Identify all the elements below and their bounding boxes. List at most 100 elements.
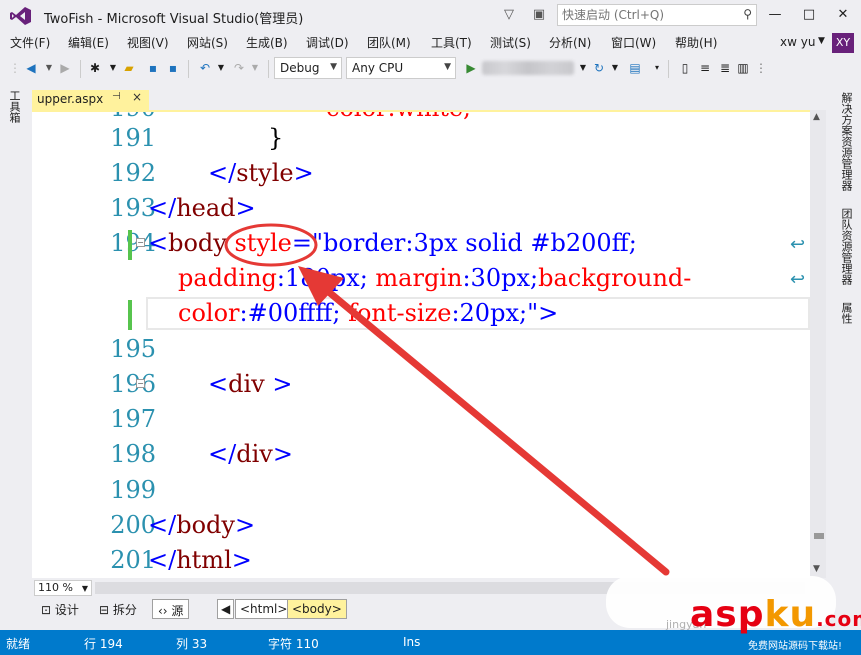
restore-button[interactable]: □ [796, 5, 822, 25]
line-number: 192 [110, 159, 156, 187]
menu-file[interactable]: 文件(F) [10, 34, 50, 51]
code-icon: ‹› [158, 604, 172, 618]
user-name[interactable]: xw yu [780, 35, 815, 49]
code-line-191: } [268, 124, 284, 152]
forward-icon[interactable]: ▶ [56, 59, 74, 77]
platform-dropdown[interactable]: Any CPU ▼ [346, 57, 456, 79]
code-line-193: </head> [148, 194, 256, 222]
split-view-button[interactable]: ⊟ 拆分 [94, 599, 142, 619]
save-all-icon[interactable]: ▪ [164, 59, 182, 77]
code-line-194-wrap-2: color:#00ffff; font-size:20px;"> [178, 299, 558, 327]
configuration-value: Debug [280, 61, 320, 75]
open-folder-icon[interactable]: ▰ [120, 59, 138, 77]
team-explorer-tab[interactable]: 团队资源管理器 [838, 208, 854, 285]
source-view-button[interactable]: ‹› 源 [152, 599, 190, 619]
breadcrumb-body[interactable]: <body> [287, 599, 347, 619]
run-target-blurred[interactable] [482, 61, 574, 75]
title-bar: TwoFish - Microsoft Visual Studio(管理员) ▽… [0, 0, 861, 32]
code-attribute-value: "border:3px solid #b200ff; [312, 229, 637, 257]
standard-toolbar: ⋮ ◀ ▼ ▶ ✱ ▼ ▰ ▪ ▪ ↶ ▼ ↷ ▼ Debug ▼ Any CP… [0, 54, 861, 82]
menu-website[interactable]: 网站(S) [187, 34, 228, 51]
menu-view[interactable]: 视图(V) [127, 34, 169, 51]
code-css-value: :30px; [462, 264, 539, 292]
collapse-icon[interactable]: − [136, 238, 145, 247]
menu-bar: 文件(F) 编辑(E) 视图(V) 网站(S) 生成(B) 调试(D) 团队(M… [0, 32, 861, 52]
code-bracket: </ [208, 159, 237, 187]
feedback-icon[interactable]: ▣ [530, 6, 548, 24]
browser-link-icon[interactable]: ▤ [626, 59, 644, 77]
minimize-button[interactable]: — [762, 5, 788, 25]
code-bracket: < [208, 370, 229, 398]
outdent-icon[interactable]: ≣ [716, 59, 734, 77]
menu-tools[interactable]: 工具(T) [431, 34, 472, 51]
code-line-194: <body style="border:3px solid #b200ff; [148, 229, 637, 257]
configuration-dropdown[interactable]: Debug ▼ [274, 57, 342, 79]
scroll-down-icon[interactable]: ▼ [813, 564, 820, 574]
menu-help[interactable]: 帮助(H) [675, 34, 717, 51]
menu-build[interactable]: 生成(B) [246, 34, 288, 51]
platform-value: Any CPU [352, 61, 404, 75]
line-number: 197 [110, 405, 156, 433]
new-project-icon[interactable]: ✱ [86, 59, 104, 77]
code-tag: div [228, 370, 265, 398]
chevron-down-icon[interactable]: ▼ [212, 59, 230, 77]
code-bracket: > [264, 370, 293, 398]
split-icon: ⊟ [99, 603, 113, 617]
code-bracket: > [293, 159, 314, 187]
word-wrap-icon: ↩ [790, 269, 806, 290]
code-css-property: color [178, 299, 240, 327]
quick-launch-input[interactable] [558, 5, 728, 25]
code-css-property: font-size [348, 299, 452, 327]
collapse-icon[interactable]: − [136, 379, 145, 388]
change-indicator [128, 230, 132, 260]
menu-test[interactable]: 测试(S) [490, 34, 531, 51]
zoom-value: 110 % [38, 581, 73, 594]
chevron-down-icon[interactable]: ▼ [246, 59, 264, 77]
quick-launch-box[interactable]: ⚲ [557, 4, 757, 26]
pin-icon[interactable]: ⊣ [112, 91, 121, 102]
toolbar-separator [268, 60, 269, 78]
chevron-down-icon[interactable]: ▼ [606, 59, 624, 77]
code-line-198: </div> [208, 440, 293, 468]
code-bracket: </ [148, 194, 177, 222]
indent-icon[interactable]: ≡ [696, 59, 714, 77]
tab-upper-aspx[interactable]: upper.aspx ⊣ × [32, 90, 149, 110]
code-editor[interactable]: 190 191 192 193 194 195 196 197 198 199 … [32, 112, 810, 578]
toolbar-options-icon[interactable]: ⋮ [752, 59, 770, 77]
code-quote: " [527, 299, 539, 327]
chevron-down-icon[interactable]: ▼ [818, 36, 825, 46]
code-css-property: padding [178, 264, 277, 292]
save-icon[interactable]: ▪ [144, 59, 162, 77]
close-icon[interactable]: × [132, 90, 142, 104]
avatar[interactable]: XY [832, 33, 854, 53]
format-icon[interactable]: ▥ [734, 59, 752, 77]
start-debugging-icon[interactable]: ▶ [462, 59, 480, 77]
source-label: 源 [171, 604, 184, 618]
toolbox-tab[interactable]: 工具箱 [6, 90, 22, 123]
code-line-200: </body> [148, 511, 255, 539]
close-button[interactable]: ✕ [830, 5, 856, 25]
split-label: 拆分 [112, 603, 137, 617]
menu-team[interactable]: 团队(M) [367, 34, 411, 51]
menu-edit[interactable]: 编辑(E) [68, 34, 109, 51]
filter-icon[interactable]: ▽ [500, 6, 518, 24]
chevron-down-icon[interactable]: ▾ [648, 59, 666, 77]
toolbar-separator [188, 60, 189, 78]
chevron-down-icon: ▼ [444, 62, 451, 72]
solution-explorer-tab[interactable]: 解决方案资源管理器 [838, 92, 854, 191]
chevron-down-icon: ▼ [81, 584, 88, 593]
line-number: 193 [110, 194, 156, 222]
breadcrumb-scroll-left-icon[interactable]: ◀ [217, 599, 235, 619]
menu-analyze[interactable]: 分析(N) [549, 34, 591, 51]
code-tag: body [176, 511, 235, 539]
properties-tab[interactable]: 属性 [838, 302, 854, 324]
breadcrumb-html[interactable]: <html> [235, 599, 293, 619]
scroll-up-icon[interactable]: ▲ [813, 112, 820, 122]
menu-debug[interactable]: 调试(D) [306, 34, 349, 51]
design-view-button[interactable]: ⊡ 设计 [36, 599, 84, 619]
vertical-scrollbar[interactable]: ▲ ▼ [810, 110, 826, 578]
zoom-dropdown[interactable]: 110 % ▼ [34, 580, 92, 596]
back-icon[interactable]: ◀ [22, 59, 40, 77]
document-icon[interactable]: ▯ [676, 59, 694, 77]
menu-window[interactable]: 窗口(W) [611, 34, 656, 51]
